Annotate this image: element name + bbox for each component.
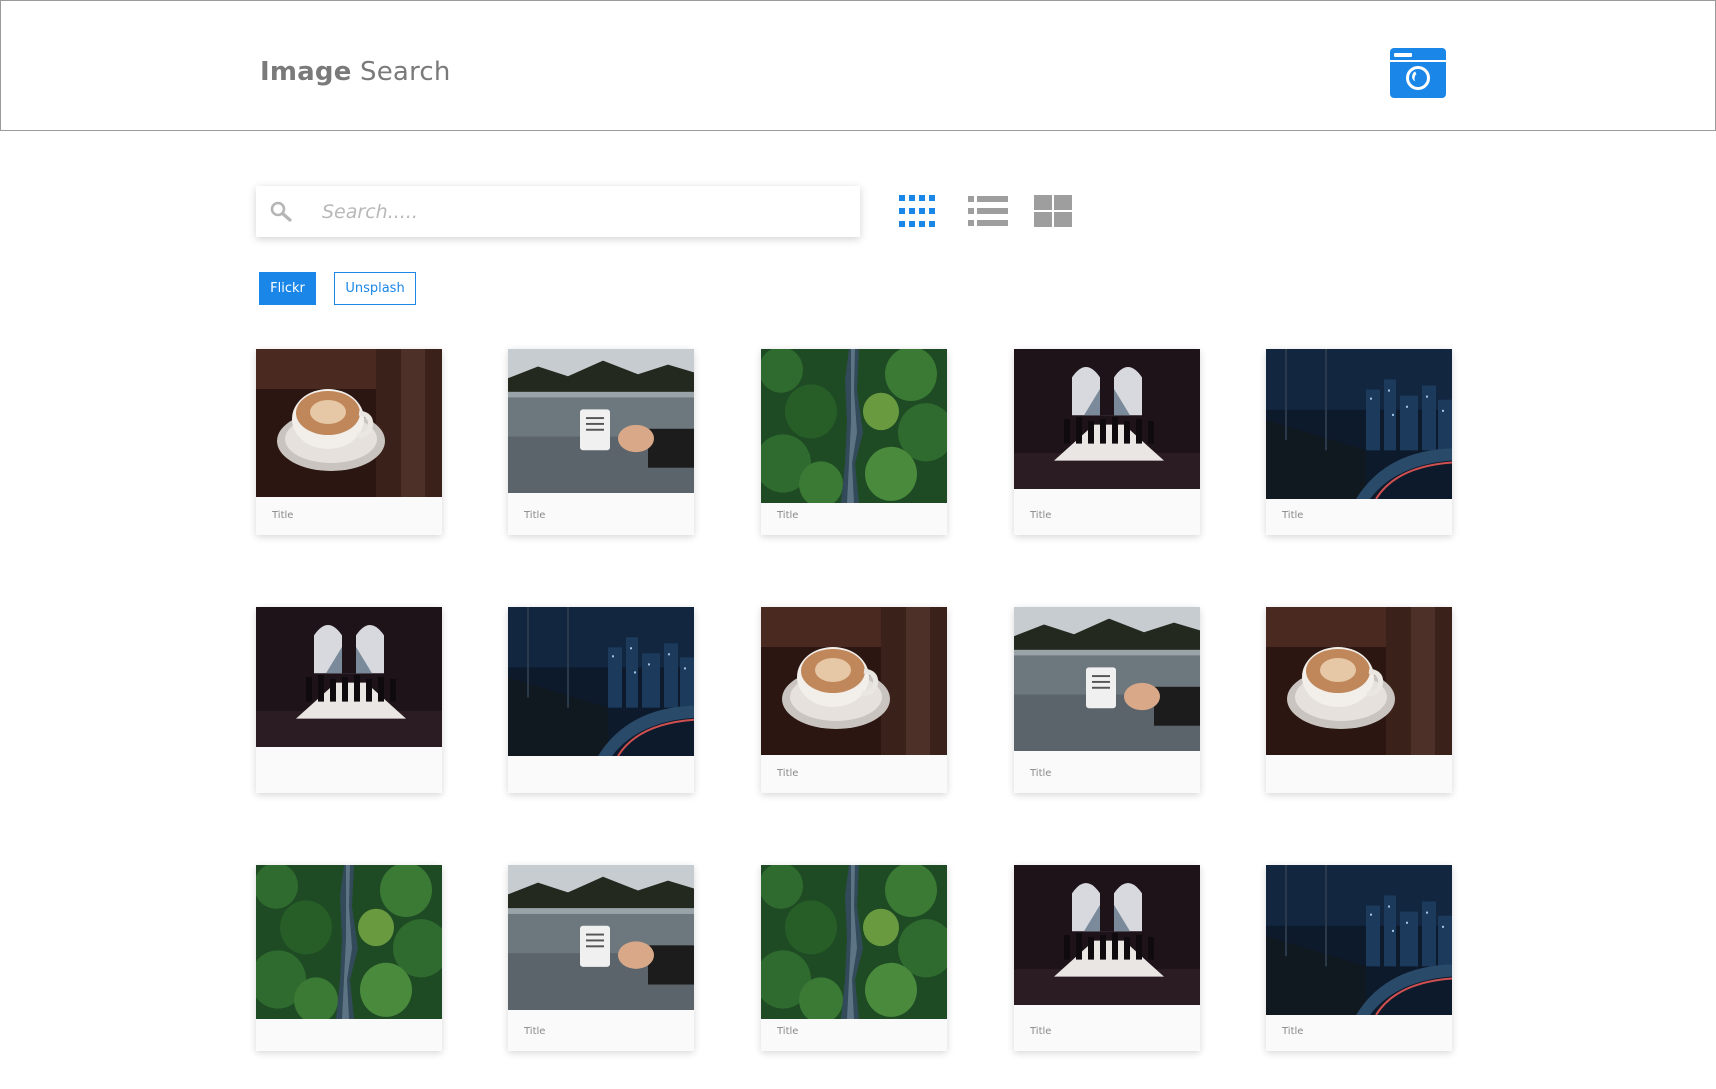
card-title: Title bbox=[777, 1026, 799, 1037]
card-title: Title bbox=[524, 510, 546, 521]
card-title: Title bbox=[777, 768, 799, 779]
card-image bbox=[1266, 865, 1452, 1015]
card-image bbox=[1266, 349, 1452, 499]
image-card[interactable]: Title bbox=[508, 865, 694, 1051]
card-image bbox=[1266, 607, 1452, 755]
card-title: Title bbox=[524, 1026, 546, 1037]
image-card[interactable]: Title bbox=[1266, 349, 1452, 535]
card-title: Title bbox=[1030, 1026, 1052, 1037]
image-card[interactable] bbox=[256, 865, 442, 1051]
card-image bbox=[1014, 865, 1200, 1005]
image-card[interactable]: Title bbox=[1014, 607, 1200, 793]
image-card[interactable]: Title bbox=[761, 607, 947, 793]
card-image bbox=[256, 865, 442, 1019]
card-image bbox=[1014, 607, 1200, 751]
card-image bbox=[508, 607, 694, 756]
search-icon bbox=[270, 201, 292, 222]
card-image bbox=[761, 607, 947, 755]
card-image bbox=[256, 607, 442, 747]
app-title: Image Search bbox=[260, 57, 451, 87]
card-image bbox=[1014, 349, 1200, 489]
image-card[interactable]: Title bbox=[1266, 865, 1452, 1051]
image-card[interactable]: Title bbox=[1014, 349, 1200, 535]
card-title: Title bbox=[1030, 768, 1052, 779]
camera-icon[interactable] bbox=[1390, 48, 1446, 98]
card-title: Title bbox=[1030, 510, 1052, 521]
card-title: Title bbox=[1282, 510, 1304, 521]
app-header: Image Search bbox=[0, 0, 1716, 131]
search-bar bbox=[256, 186, 860, 237]
image-card[interactable]: Title bbox=[761, 349, 947, 535]
image-card[interactable]: Title bbox=[508, 349, 694, 535]
card-image bbox=[761, 349, 947, 503]
image-card[interactable]: Title bbox=[1014, 865, 1200, 1051]
app-title-light: Search bbox=[360, 57, 451, 87]
card-image bbox=[761, 865, 947, 1019]
flickr-source-button[interactable]: Flickr bbox=[259, 272, 316, 305]
card-title: Title bbox=[1282, 1026, 1304, 1037]
card-title: Title bbox=[777, 510, 799, 521]
image-card[interactable]: Title bbox=[256, 349, 442, 535]
list-icon[interactable] bbox=[966, 193, 1010, 229]
search-input[interactable] bbox=[322, 195, 842, 229]
card-image bbox=[508, 865, 694, 1010]
card-image bbox=[508, 349, 694, 493]
image-card[interactable] bbox=[1266, 607, 1452, 793]
unsplash-source-button[interactable]: Unsplash bbox=[334, 272, 416, 305]
dense-grid-icon[interactable] bbox=[897, 193, 941, 229]
image-card[interactable]: Title bbox=[761, 865, 947, 1051]
image-card[interactable] bbox=[256, 607, 442, 793]
image-card[interactable] bbox=[508, 607, 694, 793]
app-title-bold: Image bbox=[260, 57, 352, 87]
large-grid-icon[interactable] bbox=[1032, 193, 1076, 229]
card-title: Title bbox=[272, 510, 294, 521]
card-image bbox=[256, 349, 442, 497]
